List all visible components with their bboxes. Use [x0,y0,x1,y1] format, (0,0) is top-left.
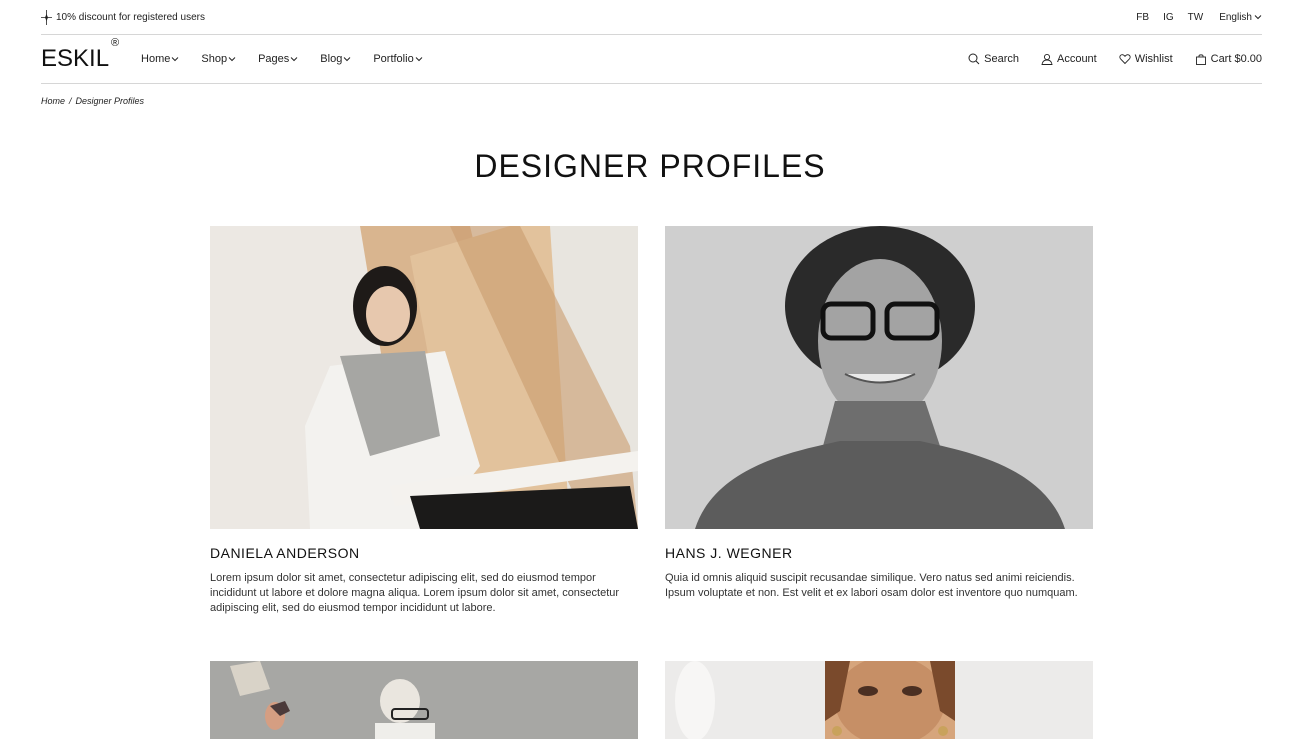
search-icon [968,53,980,65]
logo-text: ESKIL [41,45,110,72]
profile-bio: Lorem ipsum dolor sit amet, consectetur … [210,572,620,614]
language-label: English [1219,11,1252,23]
search-label: Search [984,53,1019,65]
chevron-down-icon [228,57,236,62]
chevron-down-icon [415,57,423,62]
cart-label: Cart $0.00 [1210,53,1262,65]
nav-label: Shop [201,53,228,65]
chevron-down-icon [172,57,179,62]
account-label: Account [1056,53,1097,65]
wishlist-button[interactable]: Wishlist [1119,53,1173,65]
chevron-down-icon [1254,15,1262,20]
profile-card: DANIELA ANDERSON Lorem ipsum dolor sit a… [210,226,638,616]
profile-card [210,661,638,739]
account-button[interactable]: Account [1041,53,1097,65]
promo-text: 10% discount for registered users [56,11,205,23]
cart-button[interactable]: Cart $0.00 [1195,53,1262,65]
wishlist-label: Wishlist [1134,53,1173,65]
promo-banner: 10% discount for registered users [41,9,205,25]
nav-label: Pages [258,53,290,65]
heart-icon [1119,54,1131,65]
breadcrumb: Home / Designer Profiles [41,96,144,106]
social-link-fb[interactable]: FB [1136,12,1149,23]
profile-photo[interactable] [665,226,1093,529]
breadcrumb-home-link[interactable]: Home [41,96,65,106]
breadcrumb-current: Designer Profiles [75,96,145,106]
main-header: ESKIL ® Home Shop Pages Blog Portfolio S… [41,35,1262,84]
user-icon [1041,53,1053,65]
chevron-down-icon [290,57,298,62]
nav-label: Portfolio [373,53,414,65]
nav-label: Home [141,53,171,65]
profile-photo-image [665,661,1093,739]
social-link-tw[interactable]: TW [1188,12,1204,23]
profile-photo[interactable] [210,226,638,529]
profile-card: HANS J. WEGNER Quia id omnis aliquid sus… [665,226,1093,601]
site-logo[interactable]: ESKIL ® [41,37,119,73]
page-title: DESIGNER PROFILES [474,148,826,184]
profile-photo-image [665,226,1093,529]
language-selector[interactable]: English [1219,12,1262,23]
chevron-down-icon [343,57,351,62]
profile-photo[interactable] [210,661,638,739]
profile-photo[interactable] [665,661,1093,739]
main-nav: Home Shop Pages Blog Portfolio [141,53,423,65]
profile-card [665,661,1093,739]
logo-registered-mark: ® [110,37,120,49]
profile-photo-image [210,226,638,529]
nav-item-blog[interactable]: Blog [320,53,351,65]
profile-name[interactable]: HANS J. WEGNER [665,545,1093,561]
profile-bio: Quia id omnis aliquid suscipit recusanda… [665,572,1078,599]
social-link-ig[interactable]: IG [1163,12,1174,23]
header-tools: Search Account Wishlist Cart $0.00 [968,53,1262,65]
search-button[interactable]: Search [968,53,1019,65]
nav-item-portfolio[interactable]: Portfolio [373,53,423,65]
nav-item-shop[interactable]: Shop [201,53,236,65]
sparkle-icon [41,9,52,25]
profile-photo-image [210,661,638,739]
nav-item-home[interactable]: Home [141,53,179,65]
breadcrumb-separator: / [69,96,72,106]
nav-item-pages[interactable]: Pages [258,53,298,65]
nav-label: Blog [320,53,343,65]
shopping-bag-icon [1195,54,1206,65]
top-bar: 10% discount for registered users FB IG … [41,0,1262,35]
profile-name[interactable]: DANIELA ANDERSON [210,545,638,561]
